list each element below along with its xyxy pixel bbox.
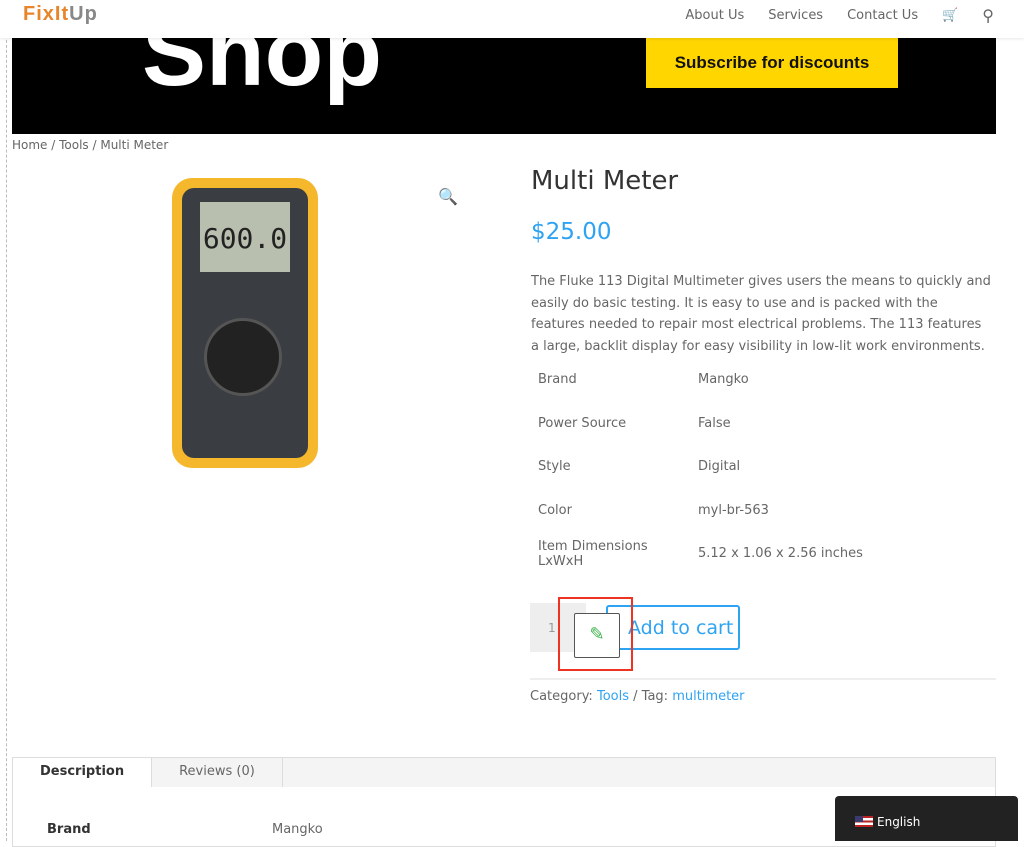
- cart-icon[interactable]: 🛒: [942, 8, 958, 23]
- table-row: Brand Mangko: [538, 372, 749, 388]
- tag-link[interactable]: multimeter: [672, 689, 744, 704]
- dial: [204, 318, 282, 396]
- breadcrumb[interactable]: Home / Tools / Multi Meter: [12, 138, 168, 152]
- product-title: Multi Meter: [531, 166, 679, 196]
- table-row: Power Source False: [538, 415, 731, 431]
- subscribe-button[interactable]: Subscribe for discounts: [646, 38, 898, 88]
- site-header: FixItUp About Us Services Contact Us 🛒 ⚲: [0, 0, 1024, 38]
- product-description: The Fluke 113 Digital Multimeter gives u…: [531, 274, 991, 354]
- lcd-display: 600.0: [200, 202, 290, 272]
- attributes-table: Brand Mangko Power Source False Style Digit…: [531, 358, 863, 576]
- us-flag-icon: [855, 816, 873, 827]
- nav-services[interactable]: Services: [768, 8, 823, 23]
- divider: [530, 678, 996, 680]
- nav-contact-us[interactable]: Contact Us: [847, 8, 918, 23]
- product-image[interactable]: 600.0: [172, 178, 318, 468]
- tab-reviews[interactable]: Reviews (0): [152, 758, 283, 787]
- logo[interactable]: FixItUp: [23, 3, 98, 26]
- search-icon[interactable]: ⚲: [982, 6, 994, 25]
- product-price: $25.00: [531, 219, 612, 245]
- category-link[interactable]: Tools: [597, 689, 629, 704]
- hero-banner: Shop Subscribe for discounts: [12, 38, 996, 134]
- table-row: Style Digital: [538, 459, 741, 475]
- zoom-icon[interactable]: 🔍: [438, 187, 458, 206]
- nav-about-us[interactable]: About Us: [685, 8, 744, 23]
- tab-description[interactable]: Description: [13, 758, 153, 787]
- table-row: Color myl-br-563: [538, 502, 769, 518]
- language-switcher[interactable]: English: [835, 796, 1018, 841]
- edit-pencil-icon[interactable]: ✎: [574, 613, 620, 658]
- table-row: Item Dimensions LxWxH 5.12 x 1.06 x 2.56 …: [538, 538, 863, 569]
- main-nav: About Us Services Contact Us 🛒 ⚲: [685, 6, 994, 25]
- product-meta: Category: Tools / Tag: multimeter: [530, 689, 745, 704]
- table-row: Brand Mangko: [47, 822, 323, 837]
- guide-line: [6, 0, 7, 841]
- hero-title: Shop: [142, 38, 382, 106]
